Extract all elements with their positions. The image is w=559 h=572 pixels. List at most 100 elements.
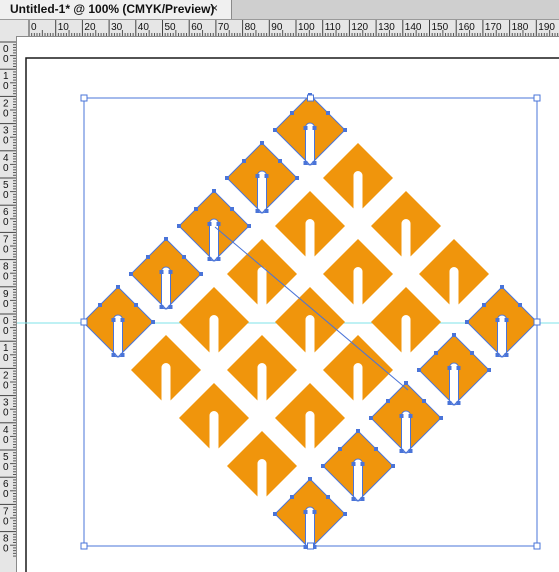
anchor-point[interactable] (495, 353, 500, 357)
bounding-box-handle[interactable] (80, 318, 88, 326)
anchor-point[interactable] (303, 510, 308, 514)
anchor-point[interactable] (312, 126, 317, 130)
anchor-point[interactable] (408, 449, 413, 453)
anchor-point[interactable] (439, 416, 443, 420)
bounding-box-handle[interactable] (80, 542, 88, 550)
anchor-point[interactable] (326, 111, 330, 115)
anchor-point[interactable] (182, 255, 186, 259)
anchor-point[interactable] (168, 305, 173, 309)
anchor-point[interactable] (159, 270, 164, 274)
anchor-point[interactable] (487, 368, 491, 372)
anchor-point[interactable] (404, 381, 408, 385)
anchor-point[interactable] (255, 174, 260, 178)
anchor-point[interactable] (465, 320, 469, 324)
anchor-point[interactable] (518, 303, 522, 307)
anchor-point[interactable] (111, 318, 116, 322)
anchor-point[interactable] (120, 318, 125, 322)
anchor-point[interactable] (504, 353, 509, 357)
anchor-point[interactable] (422, 399, 426, 403)
bounding-box-handle[interactable] (533, 542, 541, 550)
anchor-point[interactable] (111, 353, 116, 357)
anchor-point[interactable] (264, 174, 269, 178)
anchor-point[interactable] (360, 462, 365, 466)
anchor-point[interactable] (343, 128, 347, 132)
vertical-ruler[interactable]: 00102030405060708090001020304050607080 (0, 36, 17, 572)
anchor-point[interactable] (456, 366, 461, 370)
anchor-point[interactable] (278, 159, 282, 163)
anchor-point[interactable] (116, 285, 120, 289)
canvas-area[interactable] (17, 37, 559, 572)
anchor-point[interactable] (495, 318, 500, 322)
anchor-point[interactable] (456, 401, 461, 405)
anchor-point[interactable] (338, 447, 342, 451)
anchor-point[interactable] (386, 399, 390, 403)
anchor-point[interactable] (273, 128, 277, 132)
anchor-point[interactable] (452, 333, 456, 337)
anchor-point[interactable] (308, 477, 312, 481)
anchor-point[interactable] (343, 512, 347, 516)
anchor-point[interactable] (264, 209, 269, 213)
bounding-box-handle[interactable] (307, 94, 314, 102)
horizontal-ruler[interactable]: 0 10 20 30 40 50 60 70 80 90 100 110 120 130 140 150 160… (0, 20, 559, 37)
anchor-point[interactable] (356, 429, 360, 433)
anchor-point[interactable] (360, 497, 365, 501)
anchor-point[interactable] (146, 255, 150, 259)
anchor-point[interactable] (303, 126, 308, 130)
anchor-point[interactable] (312, 510, 317, 514)
anchor-point[interactable] (199, 272, 203, 276)
anchor-point[interactable] (434, 351, 438, 355)
anchor-point[interactable] (230, 207, 234, 211)
close-icon[interactable]: × (211, 1, 218, 15)
anchor-point[interactable] (164, 237, 168, 241)
anchor-point[interactable] (290, 111, 294, 115)
anchor-point[interactable] (351, 497, 356, 501)
bounding-box-handle[interactable] (80, 94, 88, 102)
anchor-point[interactable] (216, 257, 221, 261)
anchor-point[interactable] (242, 159, 246, 163)
anchor-point[interactable] (225, 176, 229, 180)
anchor-point[interactable] (391, 464, 395, 468)
anchor-point[interactable] (312, 161, 317, 165)
anchor-point[interactable] (369, 416, 373, 420)
anchor-point[interactable] (120, 353, 125, 357)
anchor-point[interactable] (273, 512, 277, 516)
anchor-point[interactable] (194, 207, 198, 211)
anchor-point[interactable] (168, 270, 173, 274)
anchor-point[interactable] (321, 464, 325, 468)
anchor-point[interactable] (247, 224, 251, 228)
bounding-box-handle[interactable] (533, 318, 541, 326)
anchor-point[interactable] (159, 305, 164, 309)
anchor-point[interactable] (216, 222, 221, 226)
anchor-point[interactable] (447, 366, 452, 370)
anchor-point[interactable] (351, 462, 356, 466)
bounding-box-handle[interactable] (533, 94, 541, 102)
anchor-point[interactable] (177, 224, 181, 228)
anchor-point[interactable] (482, 303, 486, 307)
anchor-point[interactable] (260, 141, 264, 145)
artwork[interactable] (17, 37, 559, 572)
anchor-point[interactable] (500, 285, 504, 289)
anchor-point[interactable] (207, 222, 212, 226)
anchor-point[interactable] (470, 351, 474, 355)
anchor-point[interactable] (399, 449, 404, 453)
anchor-point[interactable] (129, 272, 133, 276)
anchor-point[interactable] (399, 414, 404, 418)
anchor-point[interactable] (504, 318, 509, 322)
anchor-point[interactable] (417, 368, 421, 372)
anchor-point[interactable] (326, 495, 330, 499)
anchor-point[interactable] (447, 401, 452, 405)
anchor-point[interactable] (134, 303, 138, 307)
anchor-point[interactable] (290, 495, 294, 499)
anchor-point[interactable] (207, 257, 212, 261)
anchor-point[interactable] (374, 447, 378, 451)
anchor-point[interactable] (255, 209, 260, 213)
anchor-point[interactable] (212, 189, 216, 193)
ruler-label-zero: 0 (3, 462, 9, 473)
document-tab[interactable]: Untitled-1* @ 100% (CMYK/Preview) × (0, 0, 232, 19)
anchor-point[interactable] (295, 176, 299, 180)
anchor-point[interactable] (151, 320, 155, 324)
bounding-box-handle[interactable] (307, 542, 314, 550)
anchor-point[interactable] (98, 303, 102, 307)
anchor-point[interactable] (408, 414, 413, 418)
anchor-point[interactable] (303, 161, 308, 165)
